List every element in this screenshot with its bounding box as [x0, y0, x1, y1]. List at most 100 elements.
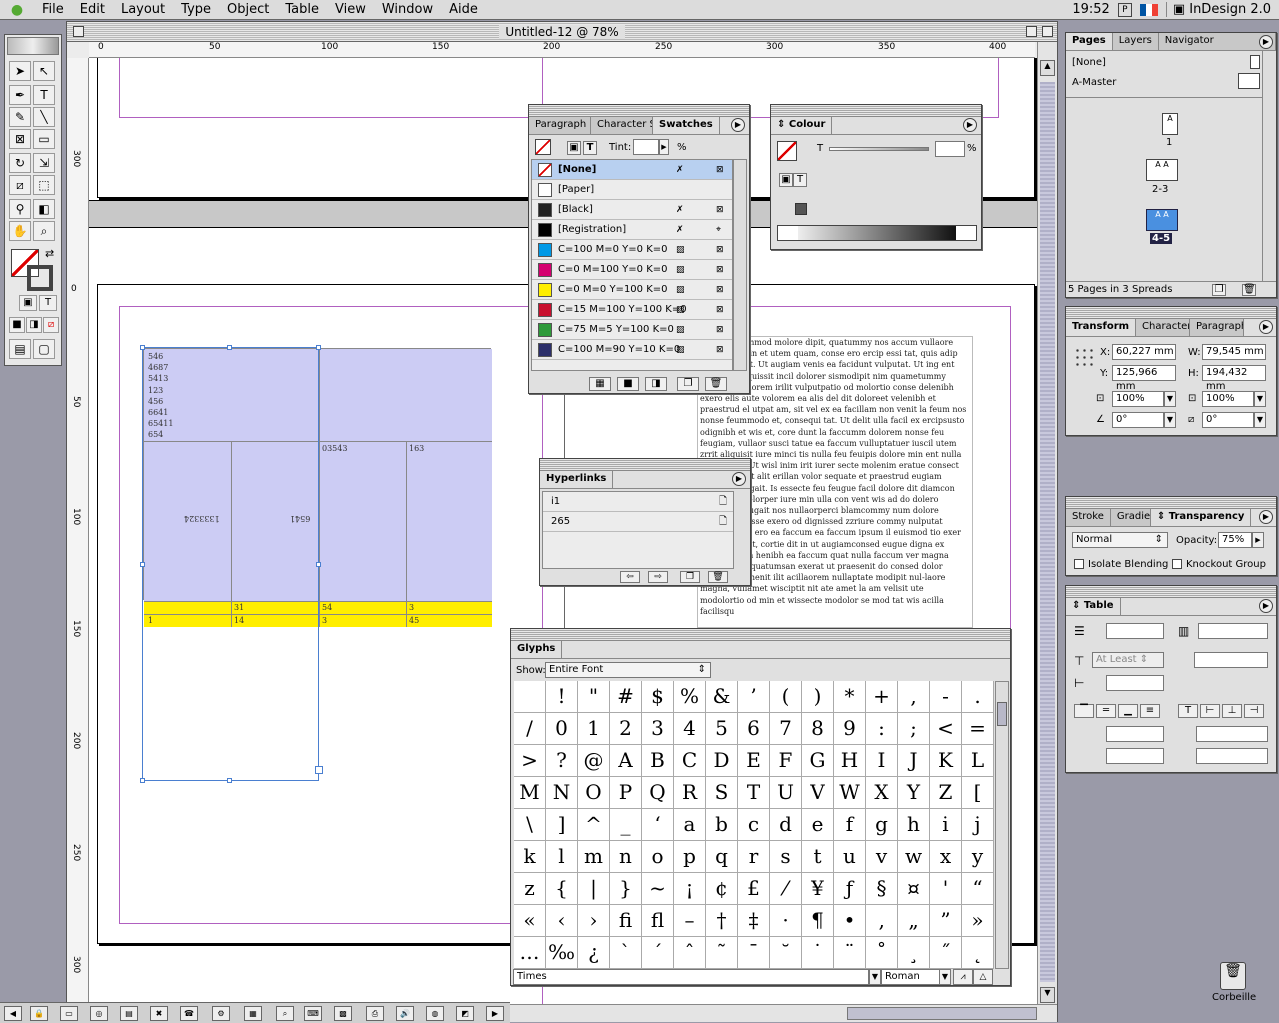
selection-handle[interactable] [227, 345, 232, 350]
delete-swatch-icon[interactable]: 🗑 [705, 377, 727, 391]
tint-input[interactable] [633, 139, 659, 155]
tab-glyphs[interactable]: Glyphs [511, 641, 563, 658]
glyph-cell[interactable]: * [834, 681, 866, 713]
panel-menu-icon[interactable]: ▶ [1259, 510, 1273, 524]
menu-table[interactable]: Table [277, 2, 327, 17]
cd-icon[interactable]: ◎ [90, 1006, 108, 1021]
glyph-cell[interactable]: ` [610, 937, 642, 969]
formatting-container-icon[interactable]: ▣ [19, 295, 37, 311]
glyph-cell[interactable]: o [642, 841, 674, 873]
glyph-cell[interactable]: ‚ [866, 905, 898, 937]
shear-input[interactable]: 0° [1202, 412, 1254, 428]
scale-x-input[interactable]: 100% [1112, 391, 1164, 407]
glyph-cell[interactable]: C [674, 745, 706, 777]
glyph-cell[interactable]: % [674, 681, 706, 713]
glyph-cell[interactable]: b [706, 809, 738, 841]
table-cell[interactable]: 3 [322, 616, 327, 625]
glyph-cell[interactable]: G [802, 745, 834, 777]
page-icon[interactable] [1250, 55, 1260, 69]
show-all-swatches-icon[interactable]: ▦ [589, 377, 611, 391]
glyph-cell[interactable]: Z [930, 777, 962, 809]
bottom-inset-input[interactable] [1106, 748, 1164, 764]
trash-icon[interactable]: 🗑 [1220, 962, 1246, 990]
keyboard-icon[interactable]: ⌨ [304, 1006, 322, 1021]
rotate-tool-icon[interactable]: ↻ [9, 153, 31, 173]
tab-paragraph[interactable]: Paragraph [1190, 319, 1245, 336]
glyph-cell[interactable]: £ [738, 873, 770, 905]
swatch-scrollbar[interactable] [733, 159, 747, 371]
selection-frame[interactable] [142, 347, 319, 781]
glyph-cell[interactable]: V [802, 777, 834, 809]
rotate-text-0-icon[interactable]: T [1178, 704, 1198, 718]
glyph-cell[interactable]: i [930, 809, 962, 841]
glyph-cell[interactable]: ¨ [834, 937, 866, 969]
selection-handle[interactable] [140, 345, 145, 350]
glyph-cell[interactable]: ? [546, 745, 578, 777]
glyph-cell[interactable]: ¶ [802, 905, 834, 937]
glyph-cell[interactable]: ƒ [834, 873, 866, 905]
printer-icon[interactable]: ▤ [120, 1006, 138, 1021]
glyph-cell[interactable]: I [866, 745, 898, 777]
glyph-cell[interactable]: X [866, 777, 898, 809]
glyph-cell[interactable]: ˚ [866, 937, 898, 969]
menu-view[interactable]: View [327, 2, 374, 17]
menu-edit[interactable]: Edit [72, 2, 113, 17]
control-strip-tab-icon[interactable]: ◀ [4, 1006, 22, 1021]
eyedropper-tool-icon[interactable]: ⚲ [9, 199, 31, 219]
glyph-cell[interactable]: 3 [642, 713, 674, 745]
scale-tool-icon[interactable]: ⇲ [33, 153, 55, 173]
shear-tool-icon[interactable]: ⧄ [9, 175, 31, 195]
glyph-cell[interactable]: Q [642, 777, 674, 809]
normal-view-icon[interactable]: ▤ [9, 339, 31, 359]
glyph-cell[interactable]: ¢ [706, 873, 738, 905]
glyph-cell[interactable]: ¥ [802, 873, 834, 905]
horizontal-scrollbar[interactable] [507, 1004, 1057, 1022]
selection-handle[interactable] [140, 778, 145, 783]
resolution-icon[interactable]: ▩ [334, 1006, 352, 1021]
panel-drag-bar[interactable] [1066, 307, 1276, 319]
delete-page-icon[interactable]: 🗑 [1242, 284, 1256, 296]
stroke-swatch[interactable] [27, 265, 53, 291]
hand-tool-icon[interactable]: ✋ [9, 221, 31, 241]
tab-paragraph-styles[interactable]: Paragraph S [529, 117, 591, 134]
tab-character-styles[interactable]: Character S [591, 117, 653, 134]
glyph-cell[interactable]: < [930, 713, 962, 745]
glyph-cell[interactable]: t [802, 841, 834, 873]
row-height-input[interactable] [1194, 652, 1268, 668]
glyph-cell[interactable]: 5 [706, 713, 738, 745]
zoom-box[interactable] [1026, 26, 1037, 37]
glyph-cell[interactable]: ¸ [898, 937, 930, 969]
glyph-cell[interactable]: n [610, 841, 642, 873]
fill-swatch[interactable] [777, 141, 797, 161]
glyph-cell[interactable]: } [610, 873, 642, 905]
glyph-cell[interactable]: k [514, 841, 546, 873]
document-title-bar[interactable]: Untitled-12 @ 78% [67, 22, 1057, 42]
y-input[interactable]: 125,966 mm [1112, 365, 1176, 392]
panel-drag-bar[interactable] [1066, 586, 1276, 598]
glyph-cell[interactable]: „ [898, 905, 930, 937]
tint-stepper[interactable]: ▶ [659, 139, 669, 155]
a-master[interactable]: A-Master [1072, 77, 1116, 88]
align-center-icon[interactable]: ═ [1096, 704, 1116, 718]
scroll-thumb[interactable] [847, 1007, 1037, 1020]
rotate-dropdown[interactable]: ▼ [1164, 412, 1176, 428]
tab-transparency[interactable]: ⇕ Transparency [1150, 509, 1252, 526]
glyph-cell[interactable]: ^ [578, 809, 610, 841]
tab-stroke[interactable]: Stroke [1066, 509, 1111, 526]
glyph-cell[interactable]: D [706, 745, 738, 777]
glyph-cell[interactable]: ˜ [706, 937, 738, 969]
rotate-input[interactable]: 0° [1112, 412, 1164, 428]
printer-default-icon[interactable]: ⎙ [366, 1006, 384, 1021]
delete-hyperlink-icon[interactable]: 🗑 [708, 571, 728, 583]
glyph-cell[interactable]: 9 [834, 713, 866, 745]
menu-window[interactable]: Window [374, 2, 441, 17]
table-cell[interactable]: 3 [409, 603, 414, 612]
glyph-cell[interactable] [514, 681, 546, 713]
line-tool-icon[interactable]: ╲ [33, 107, 55, 127]
tab-layers[interactable]: Layers [1112, 33, 1159, 50]
tint-input[interactable] [935, 141, 965, 157]
web-sharing-icon[interactable]: ◍ [426, 1006, 444, 1021]
swatch-row[interactable]: C=100 M=0 Y=0 K=0 ▨ ⊠ [532, 240, 732, 260]
remote-access-icon[interactable]: ☎ [180, 1006, 198, 1021]
glyph-cell[interactable]: † [706, 905, 738, 937]
